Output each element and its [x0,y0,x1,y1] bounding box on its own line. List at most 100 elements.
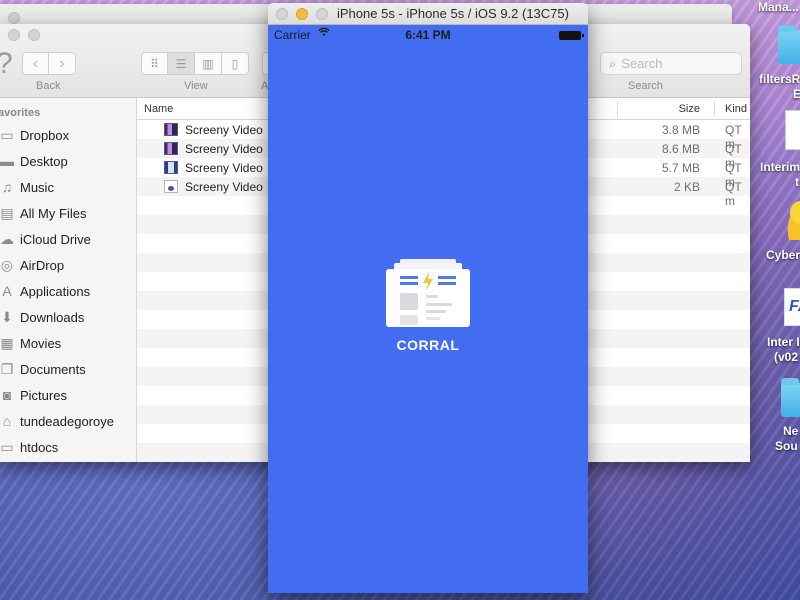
sidebar-item-desktop[interactable]: ▬ Desktop [0,148,68,174]
cloud-icon: ☁ [0,230,14,247]
search-placeholder: Search [621,56,663,71]
fa-logo-icon[interactable]: FA [784,288,800,326]
home-icon: ⌂ [2,413,12,429]
sidebar-item-htdocs[interactable]: ▭ htdocs [0,434,58,460]
downloads-icon: ⬇ [1,308,13,325]
document-icon [164,180,178,193]
sidebar-item-label: Desktop [20,153,68,169]
desktop-icon-label[interactable]: filtersR [759,72,800,86]
sidebar-item-label: iCloud Drive [20,231,91,247]
desktop-icon-label: E [793,87,800,101]
coverflow-icon: ▯ [231,56,239,71]
search-label: Search [628,80,663,92]
desktop-icon-label: Sou [775,439,798,453]
sidebar-item-movies[interactable]: ▦ Movies [0,330,61,356]
document-thumbnail-icon[interactable] [785,110,800,150]
column-view-button[interactable]: ▥ [195,52,222,75]
documents-icon: ❐ [0,360,14,377]
video-icon [164,142,178,155]
forward-button[interactable]: › [49,52,76,75]
sidebar-item-pictures[interactable]: ◙ Pictures [0,382,67,408]
desktop-icon-label[interactable]: Cyber [766,248,800,262]
sidebar-item-label: Movies [20,335,62,351]
chevron-right-icon: › [59,54,65,72]
sidebar-item-label: Pictures [20,387,67,403]
sidebar-heading-favorites: avorites [0,107,41,119]
desktop-icon-label[interactable]: Interim [760,160,800,174]
file-name: Screeny Video [185,161,263,175]
all-files-icon: ▤ [0,204,14,221]
sidebar-item-downloads[interactable]: ⬇ Downloads [0,304,84,330]
iphone-screen[interactable]: Carrier 6:41 PM CORRAL [268,25,588,593]
view-segmented-control: ⠿ ☰ ▥ ▯ [141,52,249,75]
sidebar-item-label: Documents [20,361,86,377]
sidebar-item-applications[interactable]: A Applications [0,278,90,304]
sidebar-item-label: htdocs [20,439,59,455]
file-name: Screeny Video [185,123,263,137]
column-header-kind[interactable]: Kind [725,103,747,115]
sidebar-item-all-my-files[interactable]: ▤ All My Files [0,200,86,226]
nav-buttons: ‹ › [22,52,76,75]
minimize-button[interactable] [296,8,308,20]
help-icon[interactable]: ? [0,47,13,81]
desktop-icon-label: t [795,175,799,189]
column-header-name[interactable]: Name [144,103,173,115]
camera-icon: ◙ [2,387,12,403]
duck-app-icon[interactable] [782,198,800,240]
columns-icon: ▥ [202,56,214,71]
coverflow-view-button[interactable]: ▯ [222,52,249,75]
sidebar-item-icloud-drive[interactable]: ☁ iCloud Drive [0,226,91,252]
folder-icon[interactable] [778,25,800,64]
close-button[interactable] [8,29,20,41]
movies-icon: ▦ [0,334,14,351]
status-time: 6:41 PM [405,28,451,42]
simulator-titlebar[interactable]: iPhone 5s - iPhone 5s / iOS 9.2 (13C75) [268,3,588,25]
ios-status-bar: Carrier 6:41 PM [268,25,588,45]
grid-icon: ⠿ [150,56,159,71]
search-icon: ⌕ [609,55,617,71]
sidebar-item-label: tundeadegoroye [20,413,114,429]
sidebar-item-documents[interactable]: ❐ Documents [0,356,86,382]
battery-icon [559,31,584,40]
desktop-icon-label[interactable]: Inter I [767,335,800,349]
folder-icon: ▭ [0,126,14,143]
column-divider[interactable] [714,101,715,117]
folder-icon[interactable] [781,378,800,417]
back-label: Back [36,80,61,92]
applications-icon: A [2,283,12,299]
close-button[interactable] [8,12,20,24]
view-label: View [184,80,208,92]
simulator-title: iPhone 5s - iPhone 5s / iOS 9.2 (13C75) [337,6,569,21]
simulator-window: iPhone 5s - iPhone 5s / iOS 9.2 (13C75) … [268,3,588,593]
file-name: Screeny Video [185,180,263,194]
desktop-icon-label[interactable]: Mana... [758,0,799,14]
file-kind: QT m [725,180,742,208]
video-icon [164,161,178,174]
sidebar-item-label: Applications [20,283,91,299]
close-button[interactable] [276,8,288,20]
icon-view-button[interactable]: ⠿ [141,52,168,75]
desktop-icon-label[interactable]: Ne [783,424,798,438]
sidebar-item-music[interactable]: ♫ Music [0,174,54,200]
app-name: CORRAL [396,337,460,353]
sidebar-item-airdrop[interactable]: ◎ AirDrop [0,252,64,278]
sidebar-item-home[interactable]: ⌂ tundeadegoroye [0,408,114,434]
sidebar-item-label: AirDrop [20,257,65,273]
chevron-left-icon: ‹ [32,54,39,72]
zoom-button[interactable] [316,8,328,20]
column-header-size[interactable]: Size [679,103,700,115]
search-input[interactable]: ⌕ Search [600,52,742,75]
airdrop-icon: ◎ [0,256,14,273]
sidebar-item-label: Dropbox [20,127,70,143]
sidebar-item-dropbox[interactable]: ▭ Dropbox [0,122,69,148]
column-divider[interactable] [617,101,618,117]
list-view-button[interactable]: ☰ [168,52,195,75]
back-button[interactable]: ‹ [22,52,49,75]
file-size: 2 KB [673,180,700,194]
minimize-button[interactable] [28,29,40,41]
sidebar-item-label: Downloads [20,309,85,325]
file-size: 8.6 MB [661,142,700,156]
file-size: 3.8 MB [661,123,700,137]
corral-logo-icon [386,259,470,327]
sidebar-item-label: All My Files [20,205,87,221]
